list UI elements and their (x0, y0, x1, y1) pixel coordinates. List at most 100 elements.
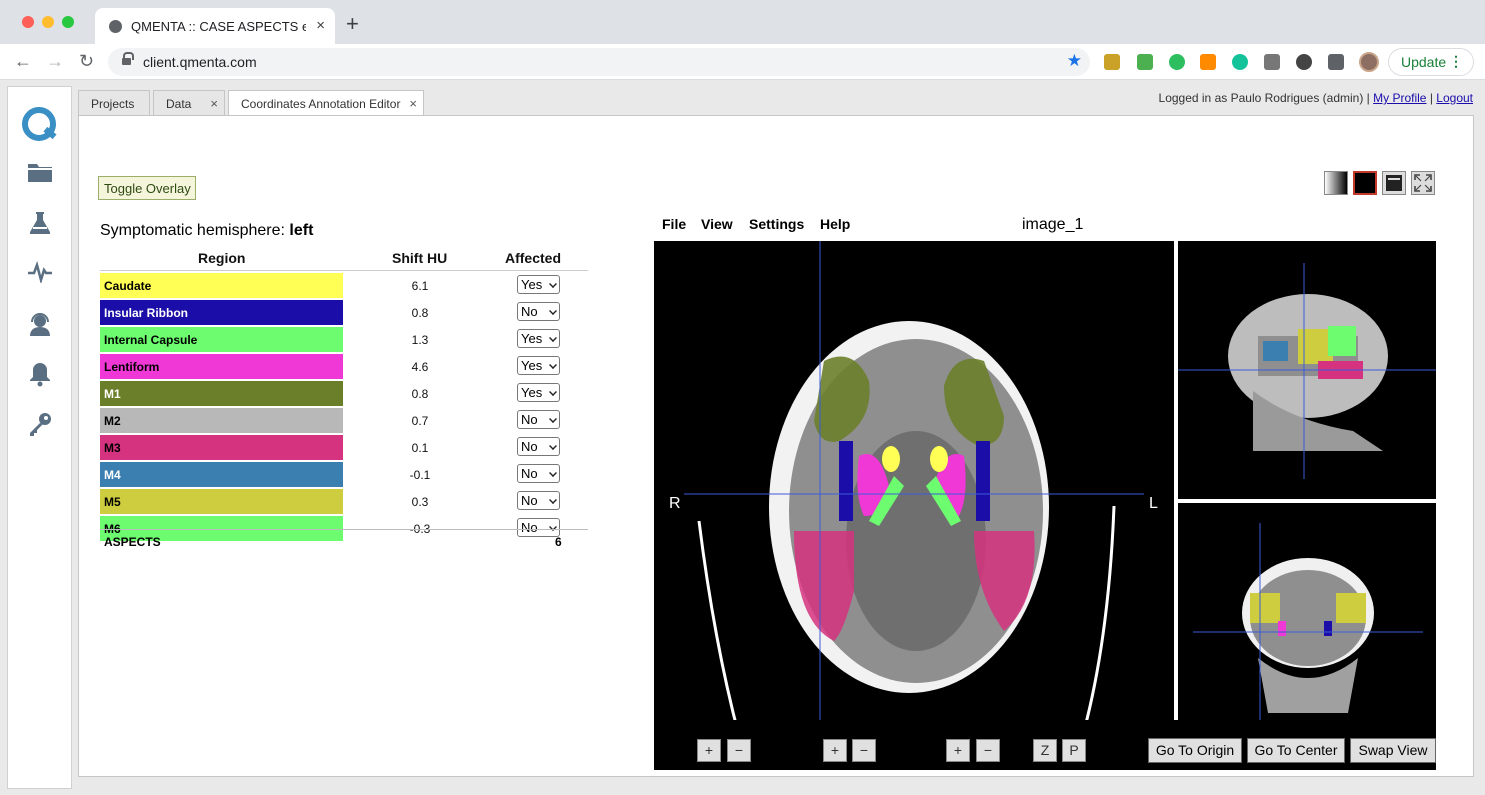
extension-off-icon[interactable] (1200, 54, 1216, 70)
tab-projects[interactable]: Projects (78, 90, 150, 115)
affected-select[interactable]: Yes (517, 356, 560, 375)
affected-value: No (521, 466, 538, 481)
affected-select[interactable]: No (517, 302, 560, 321)
browser-tab-active[interactable]: QMENTA :: CASE ASPECTS eva × (95, 8, 335, 44)
support-agent-icon[interactable] (26, 311, 54, 339)
close-window-icon[interactable] (22, 16, 34, 28)
editor-panel: Toggle Overlay Symptomatic hemisphere: l… (78, 115, 1474, 777)
axial-minus-button[interactable]: − (727, 739, 751, 762)
maximize-window-icon[interactable] (62, 16, 74, 28)
total-divider (100, 529, 588, 530)
address-bar[interactable]: client.qmenta.com ★ (108, 48, 1090, 76)
chevron-down-icon (549, 361, 557, 369)
affected-header: Affected (505, 250, 562, 266)
extension-printer-icon[interactable] (1137, 54, 1153, 70)
region-cell: M3 (100, 435, 343, 460)
affected-select[interactable]: Yes (517, 329, 560, 348)
affected-select[interactable]: No (517, 491, 560, 510)
key-icon[interactable] (26, 411, 54, 439)
shift-hu-cell: 0.7 (411, 414, 429, 428)
extension-notes-icon[interactable] (1104, 54, 1120, 70)
aspects-total-value: 6 (555, 535, 562, 549)
toggle-overlay-button[interactable]: Toggle Overlay (98, 176, 196, 200)
p-button[interactable]: P (1062, 739, 1086, 762)
axial-label: Axial: (659, 746, 694, 762)
tab-data[interactable]: Data × (153, 90, 225, 115)
bookmark-star-icon[interactable]: ★ (1067, 51, 1082, 71)
extension-shield-icon[interactable] (1264, 54, 1280, 70)
axial-plus-button[interactable]: + (697, 739, 721, 762)
swap-view-button[interactable]: Swap View (1350, 738, 1436, 763)
invert-icon[interactable] (1353, 171, 1377, 195)
menu-view[interactable]: View (701, 216, 733, 232)
new-tab-button[interactable]: + (346, 13, 359, 35)
url-text: client.qmenta.com (143, 54, 257, 70)
folder-icon[interactable] (26, 161, 54, 189)
contrast-icon[interactable] (1324, 171, 1348, 195)
reload-icon[interactable]: ↻ (79, 51, 94, 72)
menu-file[interactable]: File (662, 216, 686, 232)
layout-icon[interactable] (1382, 171, 1406, 195)
tab-close-icon[interactable]: × (316, 17, 325, 34)
tab-coordinates-annotation-editor[interactable]: Coordinates Annotation Editor × (228, 90, 424, 116)
logout-link[interactable]: Logout (1436, 91, 1473, 105)
z-button[interactable]: Z (1033, 739, 1057, 762)
back-icon[interactable]: ← (14, 51, 32, 72)
affected-select[interactable]: Yes (517, 275, 560, 294)
coronal-minus-button[interactable]: − (852, 739, 876, 762)
orientation-left-label: L (1149, 495, 1158, 512)
sidebar (7, 86, 72, 789)
sagittal-viewport[interactable] (1178, 241, 1436, 499)
separator: | (1366, 91, 1370, 105)
axial-ct-slice (684, 241, 1144, 761)
tab-editor-label: Coordinates Annotation Editor (241, 97, 401, 111)
axial-viewport[interactable]: R L (654, 241, 1174, 761)
tab-data-label: Data (166, 97, 192, 111)
update-label: Update (1401, 54, 1447, 70)
minimize-window-icon[interactable] (42, 16, 54, 28)
bell-icon[interactable] (26, 361, 54, 389)
table-row: M4 -0.1 No (100, 461, 588, 488)
affected-select[interactable]: No (517, 464, 560, 483)
extension-grammarly-icon[interactable] (1232, 54, 1248, 70)
menu-help[interactable]: Help (820, 216, 850, 232)
chevron-down-icon (549, 415, 557, 423)
go-to-origin-button[interactable]: Go To Origin (1148, 738, 1242, 763)
affected-select[interactable]: No (517, 437, 560, 456)
chevron-down-icon (549, 442, 557, 450)
sagittal-minus-button[interactable]: − (976, 739, 1000, 762)
flask-icon[interactable] (26, 211, 54, 239)
qmenta-logo[interactable] (22, 107, 56, 141)
menu-dots-icon: ⋮ (1449, 53, 1463, 69)
extensions-puzzle-icon[interactable] (1328, 54, 1344, 70)
my-profile-link[interactable]: My Profile (1373, 91, 1426, 105)
forward-icon[interactable]: → (46, 51, 64, 72)
extension-evernote-icon[interactable] (1169, 54, 1185, 70)
sagittal-plus-button[interactable]: + (946, 739, 970, 762)
browser-toolbar: ← → ↻ client.qmenta.com ★ Update ⋮ (0, 44, 1485, 80)
region-cell: Internal Capsule (100, 327, 343, 352)
affected-value: Yes (521, 277, 543, 292)
image-title: image_1 (1022, 216, 1084, 233)
shift-hu-cell: 0.3 (411, 495, 429, 509)
coronal-plus-button[interactable]: + (823, 739, 847, 762)
menu-settings[interactable]: Settings (749, 216, 804, 232)
tab-close-icon[interactable]: × (409, 96, 417, 111)
affected-select[interactable]: No (517, 410, 560, 429)
profile-avatar[interactable] (1359, 52, 1379, 72)
affected-select[interactable]: Yes (517, 383, 560, 402)
update-button[interactable]: Update ⋮ (1388, 48, 1474, 76)
table-row: M5 0.3 No (100, 488, 588, 515)
tab-close-icon[interactable]: × (210, 96, 218, 111)
table-row: M3 0.1 No (100, 434, 588, 461)
table-row: Internal Capsule 1.3 Yes (100, 326, 588, 353)
shift-hu-cell: 1.3 (411, 333, 429, 347)
go-to-center-button[interactable]: Go To Center (1247, 738, 1345, 763)
region-cell: M2 (100, 408, 343, 433)
sagittal-label: Sagittal: (891, 746, 942, 762)
table-row: Caudate 6.1 Yes (100, 272, 588, 299)
fullscreen-icon[interactable] (1411, 171, 1435, 195)
pulse-icon[interactable] (26, 260, 54, 289)
extension-circle-icon[interactable] (1296, 54, 1312, 70)
login-info: Logged in as Paulo Rodrigues (admin) | M… (1159, 91, 1473, 105)
